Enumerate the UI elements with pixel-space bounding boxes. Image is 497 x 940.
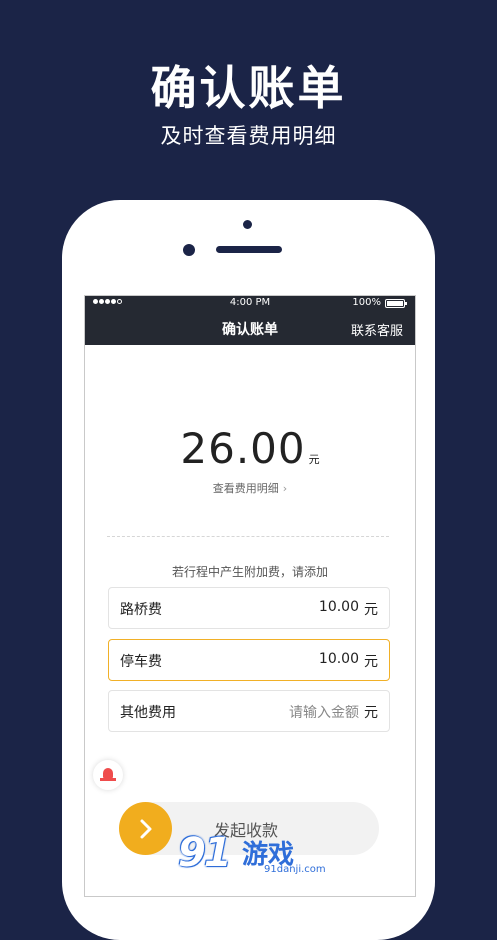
nav-bar: 确认账单 联系客服 xyxy=(85,311,415,345)
watermark-domain: 91danji.com xyxy=(264,864,326,875)
alarm-icon[interactable] xyxy=(93,760,123,790)
extra-fee-hint: 若行程中产生附加费，请添加 xyxy=(171,565,328,579)
fee-row-toll[interactable]: 路桥费 10.00 元 xyxy=(108,587,390,629)
battery-icon xyxy=(385,299,407,308)
status-bar: 4:00 PM 100% xyxy=(85,296,415,311)
phone-sensor xyxy=(183,244,195,256)
fee-value-input[interactable]: 请输入金额 xyxy=(289,702,359,722)
fee-row-parking[interactable]: 停车费 10.00 元 xyxy=(108,639,390,681)
fee-label: 路桥费 xyxy=(120,602,162,618)
fee-row-other[interactable]: 其他费用 请输入金额 元 xyxy=(108,690,390,732)
app-screen: 4:00 PM 100% 确认账单 联系客服 26.00 元 查看费用明细 › 若行… xyxy=(84,295,416,897)
view-fee-detail-link[interactable]: 查看费用明细 › xyxy=(85,480,415,496)
watermark-number: 91 xyxy=(178,830,232,876)
phone-speaker xyxy=(216,246,282,253)
fee-label: 其他费用 xyxy=(120,705,176,721)
bill-amount-unit: 元 xyxy=(308,453,320,466)
phone-camera xyxy=(243,220,252,229)
bill-amount-row: 26.00 元 xyxy=(85,424,415,473)
promo-subtitle: 及时查看费用明细 xyxy=(160,124,337,148)
site-watermark-logo: 91 游戏 91danji.com xyxy=(176,828,326,880)
battery-percent: 100% xyxy=(352,297,381,308)
fee-value-input[interactable]: 10.00 xyxy=(319,651,359,667)
chevron-right-icon: › xyxy=(282,482,288,495)
view-fee-detail-label: 查看费用明细 xyxy=(212,482,279,495)
slider-handle[interactable] xyxy=(119,802,172,855)
fee-label: 停车费 xyxy=(120,654,162,670)
fee-unit: 元 xyxy=(364,654,378,670)
contact-service-button[interactable]: 联系客服 xyxy=(351,320,403,339)
fee-value-input[interactable]: 10.00 xyxy=(319,599,359,615)
fee-unit: 元 xyxy=(364,705,378,721)
arrow-right-icon xyxy=(140,819,152,839)
promo-title: 确认账单 xyxy=(150,61,347,115)
bill-amount: 26.00 xyxy=(180,424,306,473)
fee-unit: 元 xyxy=(364,602,378,618)
dashed-divider xyxy=(107,536,389,537)
